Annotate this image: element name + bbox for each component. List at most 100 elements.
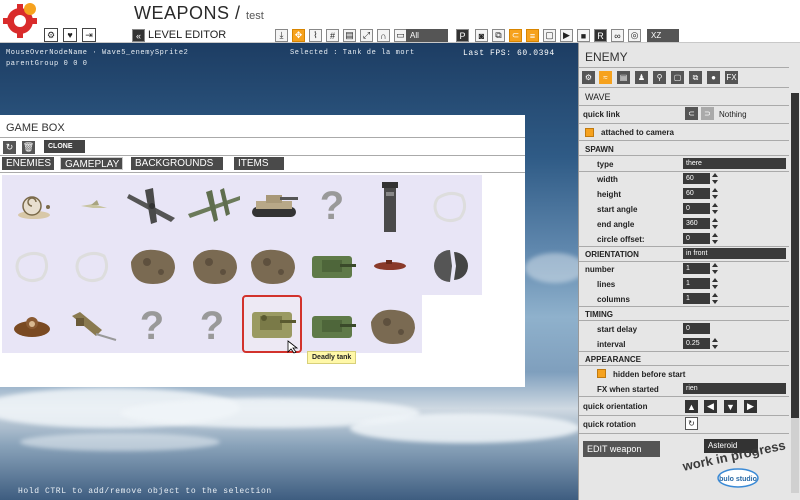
trash-icon[interactable]: 🗑 (22, 141, 35, 154)
tab-enemies[interactable]: ENEMIES (2, 157, 54, 170)
refresh-icon[interactable]: ↻ (3, 141, 16, 154)
game-box-panel: GAME BOX ↻ 🗑 CLONE ENEMIES GAMEPLAY BACK… (0, 115, 525, 387)
width-field[interactable]: 60 (683, 173, 710, 184)
copy-icon[interactable]: ⧉ (492, 29, 505, 42)
end-angle-stepper[interactable] (712, 218, 718, 229)
square-icon[interactable]: ▢ (671, 71, 684, 84)
item-monkey[interactable] (2, 297, 62, 355)
chain-icon[interactable]: ∞ (611, 29, 624, 42)
item-tower[interactable] (360, 177, 420, 235)
item-walker[interactable] (62, 297, 122, 355)
scale-icon[interactable]: ⤢ (360, 29, 373, 42)
circle-offset-field[interactable]: 0 (683, 233, 710, 244)
r-button[interactable]: R (594, 29, 607, 42)
selected-text: Selected : Tank de la mort (290, 49, 415, 57)
arrow-left-icon[interactable]: ◀ (704, 400, 717, 413)
item-asteroid-2[interactable] (184, 237, 244, 295)
magnet-icon[interactable]: ∩ (377, 29, 390, 42)
end-angle-field[interactable]: 360 (683, 218, 710, 229)
green-tank-icon (312, 256, 356, 278)
settings-icon[interactable]: ⚙ (582, 71, 595, 84)
attached-checkbox[interactable] (585, 128, 594, 137)
item-sub[interactable] (360, 237, 420, 295)
clone-button[interactable]: CLONE (44, 140, 85, 153)
p-button[interactable]: P (456, 29, 469, 42)
item-asteroid-1[interactable] (122, 237, 182, 295)
item-empty-3[interactable] (62, 237, 122, 295)
item-empty-2[interactable] (2, 237, 62, 295)
wave-icon[interactable]: ≈ (599, 71, 612, 84)
width-stepper[interactable] (712, 173, 718, 184)
item-unknown-3[interactable]: ? (182, 297, 242, 355)
edit-weapon-button[interactable]: EDIT weapon (583, 441, 660, 457)
item-snail[interactable] (4, 177, 64, 235)
align-icon[interactable]: ▤ (343, 29, 356, 42)
axis-select[interactable]: XZ (647, 29, 679, 42)
start-delay-field[interactable]: 0 (683, 323, 710, 334)
panel-scroll-thumb[interactable] (791, 93, 799, 418)
layers-icon[interactable]: ≡ (526, 29, 539, 42)
tower-icon (382, 182, 398, 232)
tab-gameplay[interactable]: GAMEPLAY (60, 157, 123, 170)
item-split-ball[interactable] (420, 237, 480, 295)
item-asteroid-4[interactable] (362, 297, 422, 355)
arrow-right-icon[interactable]: ▶ (744, 400, 757, 413)
play-icon[interactable]: ▶ (560, 29, 573, 42)
item-green-tank-1[interactable] (302, 237, 362, 295)
number-field[interactable]: 1 (683, 263, 710, 274)
link-icon[interactable]: ⊂ (685, 107, 698, 120)
grid-icon[interactable]: # (326, 29, 339, 42)
settings-icon[interactable]: ⚙ (44, 28, 58, 42)
start-angle-field[interactable]: 0 (683, 203, 710, 214)
fx-field[interactable]: rien (683, 383, 786, 394)
type-field[interactable]: there (683, 158, 786, 169)
lines-stepper[interactable] (712, 278, 718, 289)
item-twin-plane[interactable] (184, 177, 244, 235)
item-unknown-1[interactable]: ? (302, 177, 362, 235)
item-unknown-2[interactable]: ? (122, 297, 182, 355)
heart-icon[interactable]: ♥ (63, 28, 77, 42)
tab-items[interactable]: ITEMS (234, 157, 284, 170)
item-tank[interactable] (244, 177, 304, 235)
link-icon[interactable]: ⊂ (509, 29, 522, 42)
columns-field[interactable]: 1 (683, 293, 710, 304)
unlink-icon[interactable]: ⊃ (701, 107, 714, 120)
exit-icon[interactable]: ⇥ (82, 28, 96, 42)
stop-icon[interactable]: ■ (577, 29, 590, 42)
pages-icon[interactable]: ▤ (617, 71, 630, 84)
columns-stepper[interactable] (712, 293, 718, 304)
camera-icon[interactable]: ◙ (475, 29, 488, 42)
path-tool-icon[interactable]: ⌇ (309, 29, 322, 42)
arrow-up-icon[interactable]: ▲ (685, 400, 698, 413)
download-icon[interactable]: ⤓ (275, 29, 288, 42)
lines-field[interactable]: 1 (683, 278, 710, 289)
rewind-icon[interactable]: « (132, 29, 145, 42)
tab-backgrounds[interactable]: BACKGROUNDS (131, 157, 223, 170)
drop-icon[interactable]: ● (707, 71, 720, 84)
filter-select[interactable]: All (406, 29, 448, 42)
circle-offset-stepper[interactable] (712, 233, 718, 244)
hidden-checkbox[interactable] (597, 369, 606, 378)
arrow-down-icon[interactable]: ▼ (724, 400, 737, 413)
start-angle-stepper[interactable] (712, 203, 718, 214)
item-bird[interactable] (64, 177, 124, 235)
item-empty-1[interactable] (420, 177, 480, 235)
interval-stepper[interactable] (712, 338, 718, 349)
move-tool-icon[interactable]: ✥ (292, 29, 305, 42)
interval-field[interactable]: 0.25 (683, 338, 710, 349)
target-icon[interactable]: ◎ (628, 29, 641, 42)
height-stepper[interactable] (712, 188, 718, 199)
box-icon[interactable]: ▢ (543, 29, 556, 42)
item-green-tank-2[interactable] (302, 297, 362, 355)
height-field[interactable]: 60 (683, 188, 710, 199)
item-bomber[interactable] (122, 177, 182, 235)
duplicate-icon[interactable]: ⧉ (689, 71, 702, 84)
user-icon[interactable]: ♟ (635, 71, 648, 84)
number-stepper[interactable] (712, 263, 718, 274)
orientation-field[interactable]: in front (683, 248, 786, 259)
pin-icon[interactable]: ⚲ (653, 71, 666, 84)
item-tooltip: Deadly tank (307, 351, 357, 364)
fx-icon[interactable]: FX (725, 71, 738, 84)
item-asteroid-3[interactable] (242, 237, 302, 295)
rotate-icon[interactable]: ↻ (685, 417, 698, 430)
